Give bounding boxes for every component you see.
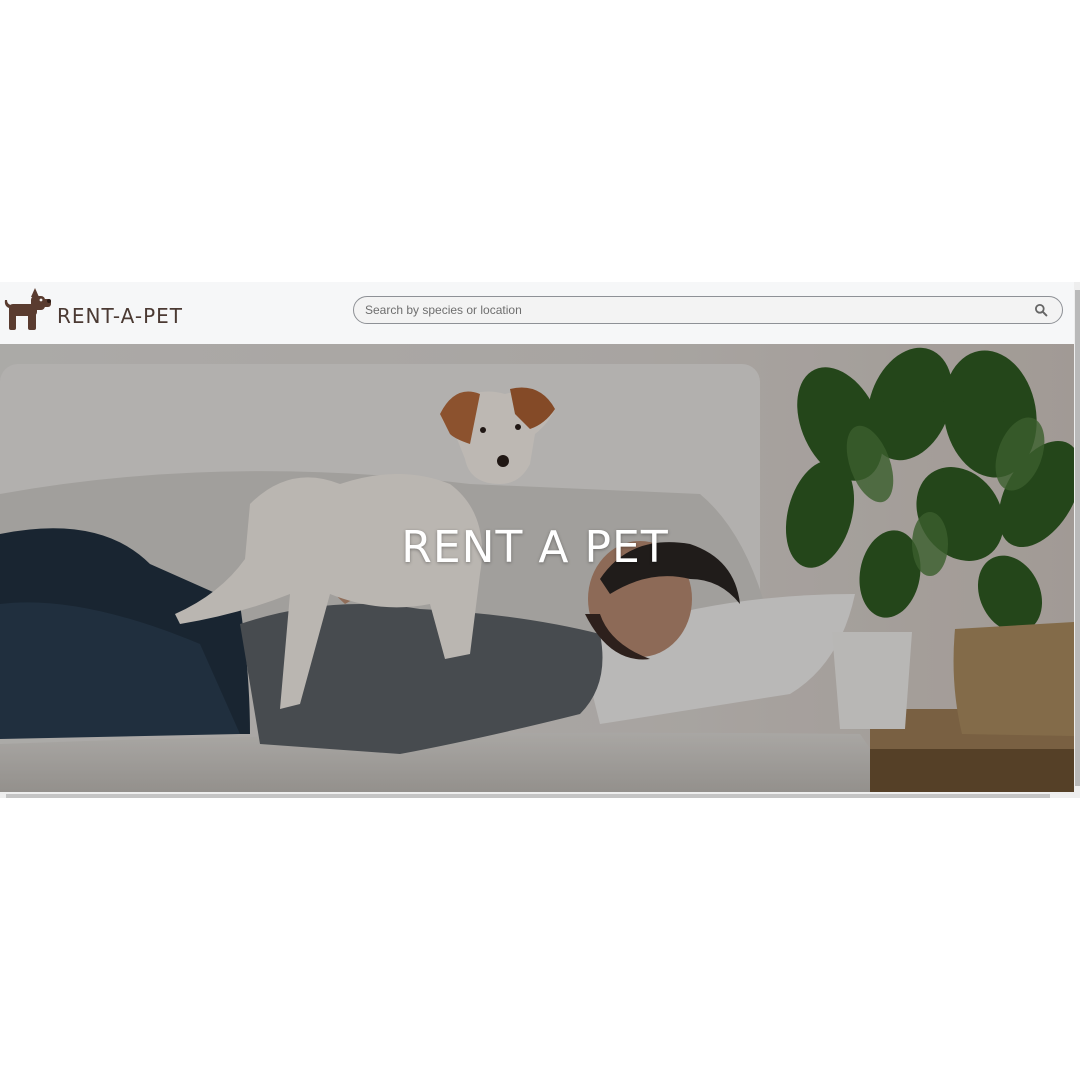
brand-link[interactable]: RENT-A-PET — [3, 288, 183, 332]
search-input[interactable] — [365, 297, 1015, 323]
search-icon[interactable] — [1034, 303, 1048, 317]
vertical-scrollbar[interactable] — [1074, 282, 1080, 798]
hero-title: RENT A PET — [401, 522, 669, 573]
search-bar — [353, 296, 1063, 324]
horizontal-scrollbar[interactable] — [0, 792, 1074, 798]
horizontal-scroll-thumb[interactable] — [6, 794, 1050, 798]
navbar: RENT-A-PET — [0, 282, 1074, 344]
vertical-scroll-thumb[interactable] — [1075, 290, 1080, 786]
browser-viewport: RENT-A-PET Search by species or location… — [0, 282, 1080, 798]
dog-icon — [4, 288, 51, 330]
brand-name: RENT-A-PET — [57, 304, 184, 328]
hero-banner: RENT A PET — [0, 344, 1074, 792]
